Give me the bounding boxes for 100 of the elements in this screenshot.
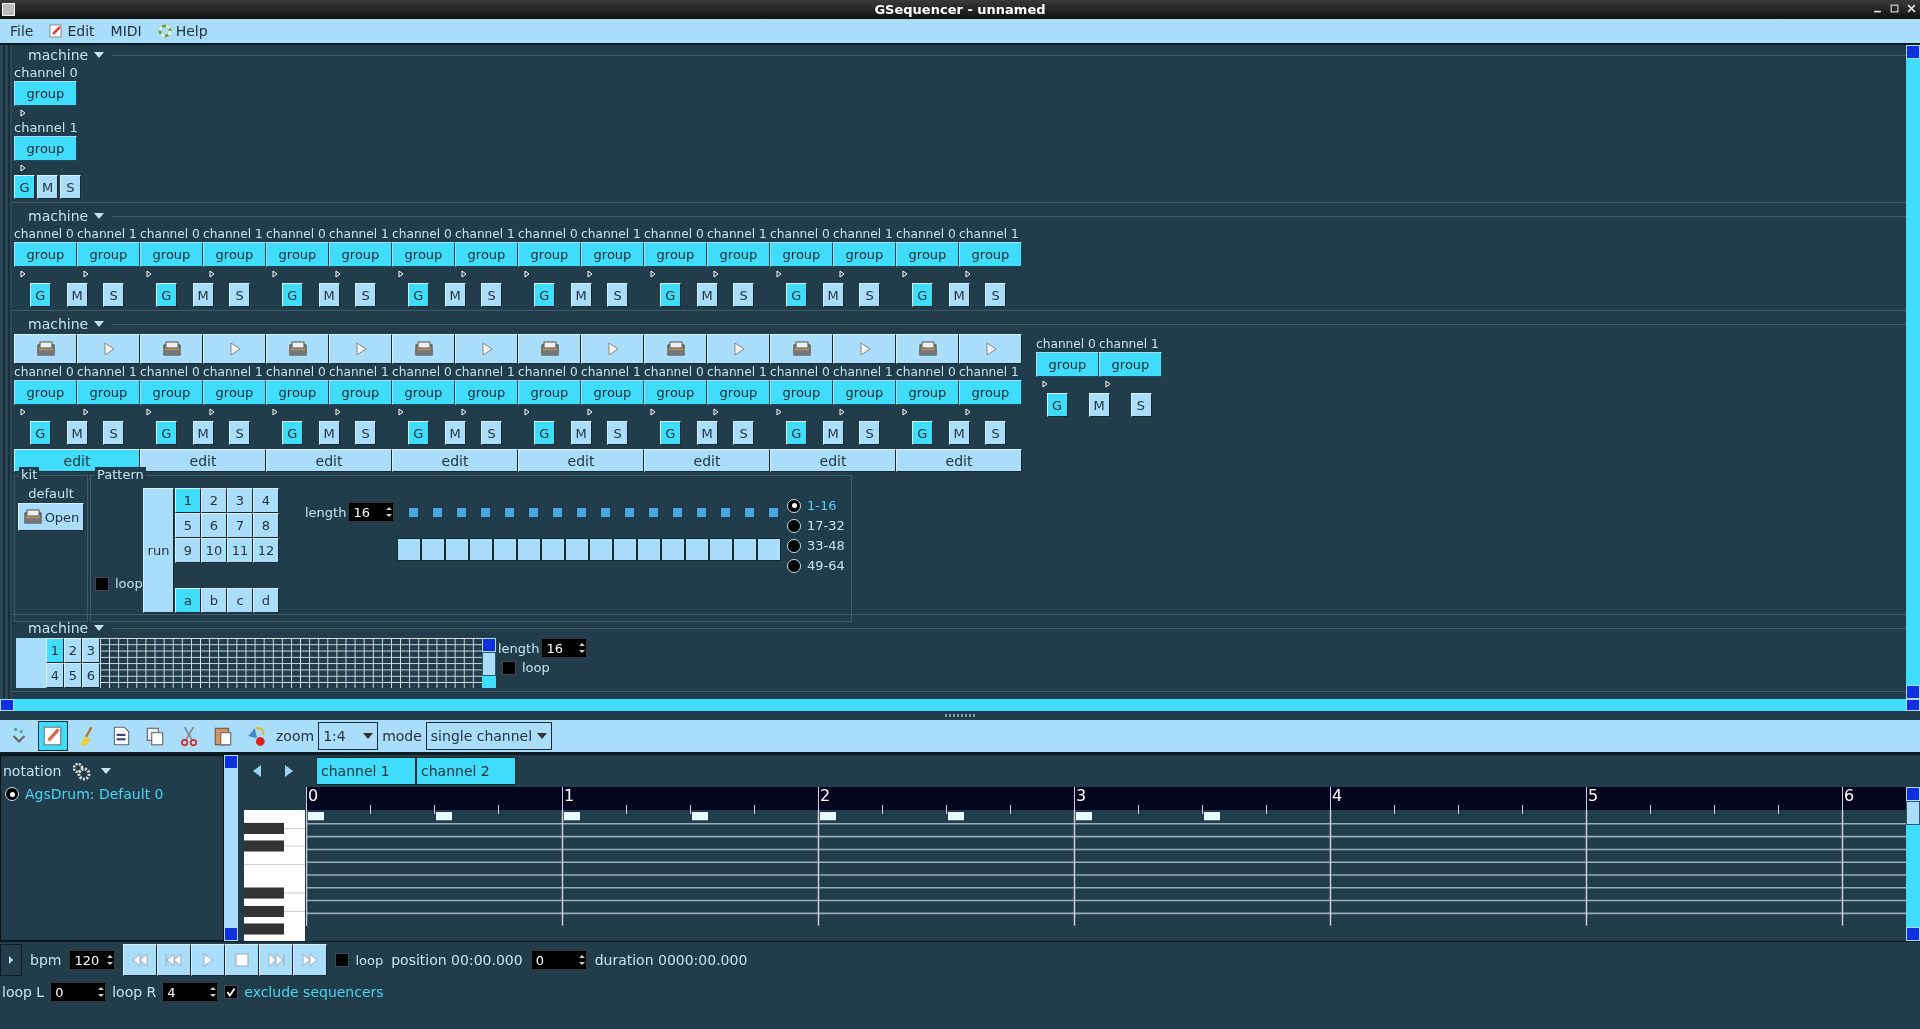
expander-icon[interactable] (20, 109, 26, 117)
toggle-pad[interactable]: S (985, 421, 1007, 445)
loop-left-field[interactable]: 0 (50, 982, 107, 1002)
channel-tab[interactable]: channel 2 (416, 757, 516, 785)
toggle-pad[interactable]: M (318, 421, 340, 445)
group-button[interactable]: group (1036, 352, 1099, 377)
toggle-pad[interactable]: G (1046, 393, 1068, 417)
pattern-pad[interactable]: 7 (227, 513, 253, 538)
toggle-pad[interactable]: M (696, 421, 718, 445)
scrollbar[interactable] (1906, 787, 1920, 941)
toggle-pad[interactable]: S (733, 283, 755, 307)
edit-tab[interactable]: edit (140, 449, 266, 472)
spin-arrows-icon[interactable] (578, 640, 587, 656)
matrix-pad[interactable]: 3 (82, 638, 100, 663)
expander-icon[interactable] (965, 408, 971, 416)
tool-button[interactable] (38, 721, 68, 751)
step-button[interactable] (421, 538, 445, 561)
loop-checkbox[interactable]: loop (335, 952, 384, 968)
previous-arrow-icon[interactable] (252, 764, 262, 778)
group-button[interactable]: group (518, 380, 581, 405)
bpm-field[interactable]: 120 (69, 950, 116, 970)
toggle-pad[interactable]: M (822, 283, 844, 307)
toggle-pad[interactable]: S (859, 421, 881, 445)
spin-arrows-icon[interactable] (577, 952, 586, 968)
toggle-pad[interactable]: S (103, 421, 125, 445)
open-button[interactable]: Open (17, 503, 85, 531)
step-button[interactable] (589, 538, 613, 561)
toggle-pad[interactable]: G (155, 283, 177, 307)
expander-icon[interactable] (146, 408, 152, 416)
spin-arrows-icon[interactable] (209, 984, 218, 1000)
close-icon[interactable] (1907, 4, 1916, 13)
step-button[interactable] (493, 538, 517, 561)
group-button[interactable]: group (14, 242, 77, 267)
pad-button[interactable] (455, 334, 518, 364)
expander-icon[interactable] (902, 270, 908, 278)
step-button[interactable] (613, 538, 637, 561)
run-button[interactable]: run (143, 488, 174, 613)
machine-handle[interactable] (0, 45, 12, 699)
toggle-pad[interactable]: S (60, 175, 81, 199)
pattern-pad[interactable]: 9 (175, 538, 201, 563)
matrix-pad[interactable]: 1 (46, 638, 64, 663)
transport-button[interactable] (191, 944, 226, 976)
range-radio[interactable]: 49-64 (787, 558, 845, 573)
length-field[interactable]: 16 (348, 502, 395, 522)
step-button[interactable] (733, 538, 757, 561)
transport-button[interactable] (293, 944, 328, 976)
bank-pad[interactable]: c (227, 588, 253, 613)
pad-button[interactable] (392, 334, 455, 364)
pad-button[interactable] (770, 334, 833, 364)
expander-icon[interactable] (587, 270, 593, 278)
toggle-pad[interactable]: G (14, 175, 35, 199)
range-radio[interactable]: 17-32 (787, 518, 845, 533)
toggle-pad[interactable]: M (570, 283, 592, 307)
pad-button[interactable] (14, 334, 77, 364)
pattern-pad[interactable]: 2 (201, 488, 227, 513)
bank-pad[interactable]: a (175, 588, 201, 613)
expander-icon[interactable] (1105, 380, 1111, 388)
group-button[interactable]: group (329, 380, 392, 405)
expander-icon[interactable] (713, 270, 719, 278)
toggle-pad[interactable]: G (407, 283, 429, 307)
range-radio[interactable]: 1-16 (787, 498, 845, 513)
toggle-pad[interactable]: M (444, 283, 466, 307)
group-button[interactable]: group (77, 242, 140, 267)
pattern-pad[interactable]: 3 (227, 488, 253, 513)
step-button[interactable] (637, 538, 661, 561)
menu-item[interactable]: File (4, 21, 40, 41)
toggle-pad[interactable]: M (66, 283, 88, 307)
pad-button[interactable] (203, 334, 266, 364)
group-button[interactable]: group (1099, 352, 1162, 377)
expander-icon[interactable] (776, 270, 782, 278)
edit-tab[interactable]: edit (896, 449, 1022, 472)
group-button[interactable]: group (14, 380, 77, 405)
matrix-pad[interactable]: 2 (64, 638, 82, 663)
edit-tab[interactable]: edit (266, 449, 392, 472)
toggle-pad[interactable]: G (533, 283, 555, 307)
toggle-pad[interactable]: G (785, 421, 807, 445)
scrollbar[interactable] (482, 638, 496, 688)
expander-icon[interactable] (902, 408, 908, 416)
pane-grip[interactable] (945, 714, 975, 717)
expander-icon[interactable] (272, 270, 278, 278)
caret-icon[interactable] (94, 625, 105, 631)
group-button[interactable]: group (455, 242, 518, 267)
group-button[interactable]: group (896, 242, 959, 267)
scrollbar[interactable] (224, 755, 238, 941)
group-button[interactable]: group (140, 380, 203, 405)
exclude-sequencers-checkbox[interactable]: exclude sequencers (224, 984, 384, 1000)
pattern-pad[interactable]: 12 (253, 538, 279, 563)
scrollbar[interactable] (0, 699, 1920, 711)
menu-item[interactable]: Help (151, 21, 214, 41)
group-button[interactable]: group (455, 380, 518, 405)
transport-button[interactable] (157, 944, 192, 976)
expander-icon[interactable] (209, 270, 215, 278)
pad-button[interactable] (266, 334, 329, 364)
group-button[interactable]: group (896, 380, 959, 405)
transport-button[interactable] (225, 944, 260, 976)
edit-tab[interactable]: edit (644, 449, 770, 472)
expander-icon[interactable] (650, 270, 656, 278)
expander-icon[interactable] (20, 164, 26, 172)
group-button[interactable]: group (707, 380, 770, 405)
group-button[interactable]: group (392, 242, 455, 267)
